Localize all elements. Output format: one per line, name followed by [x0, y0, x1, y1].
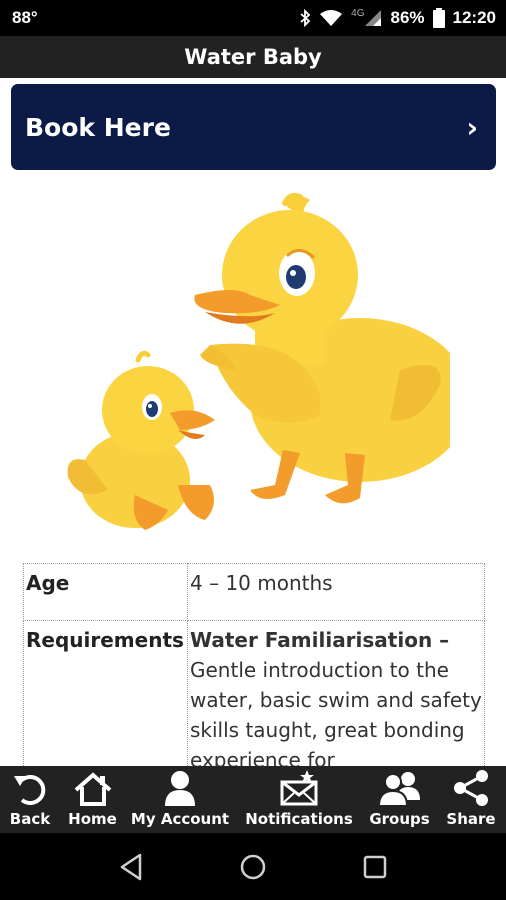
network-type-text: 4G — [351, 7, 365, 19]
chevron-right-icon: › — [466, 110, 478, 144]
tab-home-label: Home — [68, 810, 117, 828]
bottom-tab-bar: Back Home My Account Notifications Group… — [0, 766, 506, 833]
nav-back-icon[interactable] — [118, 853, 144, 881]
table-row: Age 4 – 10 months — [23, 563, 485, 621]
tab-share[interactable]: Share — [436, 766, 506, 833]
big-duck — [194, 192, 450, 504]
ducks-illustration — [67, 192, 450, 530]
tab-home[interactable]: Home — [60, 766, 125, 833]
age-value: 4 – 10 months — [187, 563, 485, 621]
share-icon — [454, 770, 488, 806]
page-title: Water Baby — [184, 45, 322, 69]
mail-star-icon — [280, 770, 318, 806]
tab-groups[interactable]: Groups — [363, 766, 436, 833]
book-here-label: Book Here — [25, 112, 171, 142]
age-label: Age — [23, 563, 188, 621]
book-here-button[interactable]: Book Here › — [11, 84, 496, 170]
tab-back-label: Back — [9, 810, 51, 828]
app-title-bar: Water Baby — [0, 36, 506, 78]
system-nav-bar — [0, 833, 506, 900]
requirements-description: Gentle introduction to the water, basic … — [190, 658, 482, 772]
battery-icon — [432, 8, 445, 28]
temperature-text: 88° — [12, 8, 38, 27]
small-duck — [67, 350, 215, 530]
requirements-title: Water Familiarisation – — [190, 628, 450, 652]
tab-my-account[interactable]: My Account — [125, 766, 235, 833]
status-bar: 88° 4G 86% 12:20 — [0, 0, 506, 36]
tab-share-label: Share — [446, 810, 496, 828]
bluetooth-icon — [300, 9, 311, 27]
tab-notifications[interactable]: Notifications — [235, 766, 363, 833]
requirements-value: Water Familiarisation – Gentle introduct… — [187, 620, 485, 782]
tab-back[interactable]: Back — [0, 766, 60, 833]
nav-home-icon[interactable] — [239, 853, 267, 881]
requirements-label: Requirements — [23, 620, 188, 782]
table-row: Requirements Water Familiarisation – Gen… — [23, 620, 485, 782]
group-icon — [377, 772, 420, 806]
tab-my-account-label: My Account — [130, 810, 230, 828]
signal-icon — [365, 10, 382, 26]
user-icon — [165, 771, 195, 806]
battery-percent-text: 86% — [390, 8, 425, 27]
tab-groups-label: Groups — [369, 810, 430, 828]
wifi-icon — [320, 10, 343, 26]
nav-recents-icon[interactable] — [362, 854, 388, 880]
home-icon — [74, 772, 111, 806]
tab-notifications-label: Notifications — [245, 810, 353, 828]
clock-text: 12:20 — [452, 8, 496, 27]
class-info-table: Age 4 – 10 months Requirements Water Fam… — [23, 563, 485, 782]
back-arrow-icon — [14, 775, 46, 805]
